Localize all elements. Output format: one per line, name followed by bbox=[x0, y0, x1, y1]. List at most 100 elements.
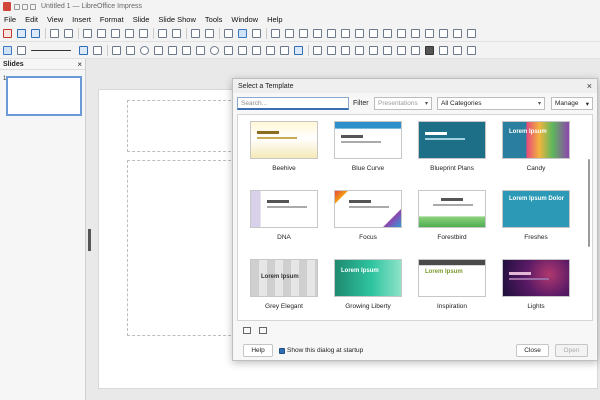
insert-special-character-icon[interactable] bbox=[355, 28, 364, 38]
align-objects-icon[interactable] bbox=[327, 45, 336, 55]
template-grey-elegant[interactable]: Lorem Ipsum Grey Elegant bbox=[250, 259, 318, 315]
new-slide-icon[interactable] bbox=[383, 28, 392, 38]
insert-text-box-icon[interactable] bbox=[271, 28, 280, 38]
clear-formatting-icon[interactable] bbox=[139, 28, 148, 38]
print-icon[interactable] bbox=[64, 28, 73, 38]
points-icon[interactable] bbox=[425, 45, 434, 55]
template-inspiration[interactable]: Lorem Ipsum Inspiration bbox=[418, 259, 486, 315]
fill-color-icon[interactable] bbox=[93, 45, 102, 55]
insert-fontwork-icon[interactable] bbox=[341, 28, 350, 38]
undo-icon[interactable] bbox=[158, 28, 167, 38]
template-blueprint-plans[interactable]: Blueprint Plans bbox=[418, 121, 486, 177]
slides-panel-close-icon[interactable]: × bbox=[77, 60, 82, 69]
show-at-startup-checkbox[interactable] bbox=[279, 348, 285, 354]
template-focus[interactable]: Focus bbox=[334, 190, 402, 246]
menu-slide[interactable]: Slide bbox=[133, 15, 150, 24]
select-arrow-icon[interactable] bbox=[3, 45, 12, 55]
help-button[interactable]: Help bbox=[243, 344, 273, 357]
menu-format[interactable]: Format bbox=[100, 15, 124, 24]
curve-tool-icon[interactable] bbox=[168, 45, 177, 55]
insert-table-icon[interactable] bbox=[285, 28, 294, 38]
menu-help[interactable]: Help bbox=[267, 15, 282, 24]
template-beehive[interactable]: Beehive bbox=[250, 121, 318, 177]
filter-category-select[interactable]: All Categories ▾ bbox=[437, 97, 545, 110]
shadow-toggle-icon[interactable] bbox=[369, 45, 378, 55]
stars-icon[interactable] bbox=[266, 45, 275, 55]
list-view-icon[interactable] bbox=[259, 327, 267, 334]
menu-edit[interactable]: Edit bbox=[25, 15, 38, 24]
flowchart-icon[interactable] bbox=[238, 45, 247, 55]
rectangle-tool-icon[interactable] bbox=[126, 45, 135, 55]
template-candy[interactable]: Lorem Ipsum Candy bbox=[502, 121, 570, 177]
block-arrows-icon[interactable] bbox=[224, 45, 233, 55]
ellipse-tool-icon[interactable] bbox=[140, 45, 149, 55]
quick-undo-icon[interactable] bbox=[22, 3, 28, 10]
connector-tool-icon[interactable] bbox=[182, 45, 191, 55]
template-lights[interactable]: Lights bbox=[502, 259, 570, 315]
normal-view-icon[interactable] bbox=[238, 28, 247, 38]
paste-icon[interactable] bbox=[111, 28, 120, 38]
redo-icon[interactable] bbox=[172, 28, 181, 38]
delete-slide-icon[interactable] bbox=[411, 28, 420, 38]
duplicate-slide-icon[interactable] bbox=[397, 28, 406, 38]
insert-chart-icon[interactable] bbox=[313, 28, 322, 38]
cut-icon[interactable] bbox=[83, 28, 92, 38]
quick-save-icon[interactable] bbox=[14, 3, 20, 10]
panel-splitter-handle[interactable] bbox=[88, 229, 91, 251]
line-tool-icon[interactable] bbox=[112, 45, 121, 55]
template-grid-scrollbar[interactable] bbox=[588, 159, 590, 247]
slide-layout-icon[interactable] bbox=[425, 28, 434, 38]
template-freshes[interactable]: Lorem Ipsum Dolor Freshes bbox=[502, 190, 570, 246]
menu-tools[interactable]: Tools bbox=[205, 15, 223, 24]
find-replace-icon[interactable] bbox=[191, 28, 200, 38]
slide-thumbnail[interactable] bbox=[6, 76, 82, 116]
slide-thumbnail-row[interactable]: 1 bbox=[0, 74, 86, 118]
insert-image-icon[interactable] bbox=[299, 28, 308, 38]
menu-slide-show[interactable]: Slide Show bbox=[158, 15, 196, 24]
rotate-icon[interactable] bbox=[313, 45, 322, 55]
dialog-close-icon[interactable]: × bbox=[587, 81, 592, 91]
export-pdf-icon[interactable] bbox=[50, 28, 59, 38]
slide-transition-icon[interactable] bbox=[453, 28, 462, 38]
template-growing-liberty[interactable]: Lorem Ipsum Growing Liberty bbox=[334, 259, 402, 315]
insert-hyperlink-icon[interactable] bbox=[369, 28, 378, 38]
master-slides-icon[interactable] bbox=[467, 28, 476, 38]
menu-file[interactable]: File bbox=[4, 15, 16, 24]
glue-points-icon[interactable] bbox=[439, 45, 448, 55]
start-slideshow-icon[interactable] bbox=[439, 28, 448, 38]
clone-formatting-icon[interactable] bbox=[125, 28, 134, 38]
close-button[interactable]: Close bbox=[516, 344, 549, 357]
open-button[interactable]: Open bbox=[555, 344, 588, 357]
filter-application-select[interactable]: Presentations ▾ bbox=[374, 97, 432, 110]
template-forestbird[interactable]: Forestbird bbox=[418, 190, 486, 246]
save-icon[interactable] bbox=[31, 28, 40, 38]
menu-view[interactable]: View bbox=[47, 15, 63, 24]
template-search-input[interactable] bbox=[237, 97, 349, 110]
template-dna[interactable]: DNA bbox=[250, 190, 318, 246]
3d-objects-icon[interactable] bbox=[280, 45, 289, 55]
template-blue-curve[interactable]: Blue Curve bbox=[334, 121, 402, 177]
line-style-icon[interactable] bbox=[31, 49, 71, 51]
image-dialog-icon[interactable] bbox=[467, 45, 476, 55]
copy-icon[interactable] bbox=[97, 28, 106, 38]
display-grid-icon[interactable] bbox=[224, 28, 233, 38]
shadow-icon[interactable] bbox=[294, 45, 303, 55]
arrange-icon[interactable] bbox=[341, 45, 350, 55]
callouts-icon[interactable] bbox=[252, 45, 261, 55]
menu-window[interactable]: Window bbox=[231, 15, 258, 24]
distribute-icon[interactable] bbox=[355, 45, 364, 55]
show-gluepoint-icon[interactable] bbox=[453, 45, 462, 55]
open-folder-icon[interactable] bbox=[17, 28, 26, 38]
new-document-icon[interactable] bbox=[3, 28, 12, 38]
crop-image-icon[interactable] bbox=[383, 45, 392, 55]
outline-view-icon[interactable] bbox=[252, 28, 261, 38]
zoom-pan-icon[interactable] bbox=[17, 45, 26, 55]
arrow-tool-icon[interactable] bbox=[154, 45, 163, 55]
insert-media-icon[interactable] bbox=[327, 28, 336, 38]
line-color-icon[interactable] bbox=[79, 45, 88, 55]
quick-redo-icon[interactable] bbox=[30, 3, 36, 10]
manage-button[interactable]: Manage ▾ bbox=[551, 97, 593, 110]
spelling-icon[interactable] bbox=[205, 28, 214, 38]
toggle-extrusion-icon[interactable] bbox=[411, 45, 420, 55]
thumbnail-view-icon[interactable] bbox=[243, 327, 251, 334]
